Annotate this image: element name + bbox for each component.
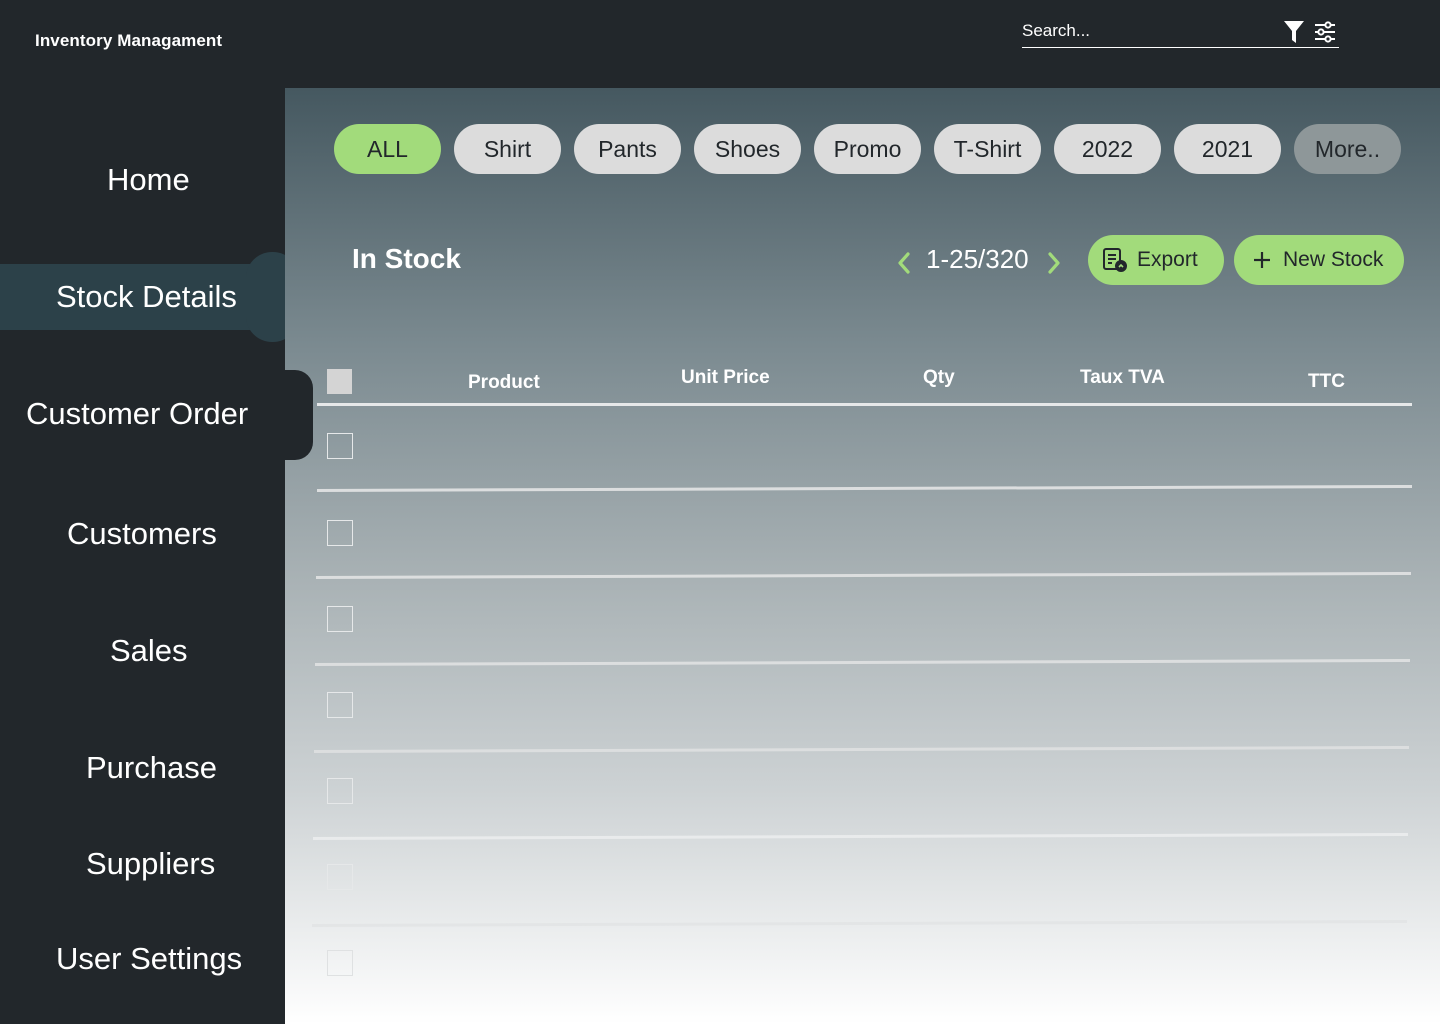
- filter-chip-more[interactable]: More..: [1294, 124, 1401, 174]
- filter-chip-tshirt[interactable]: T-Shirt: [934, 124, 1041, 174]
- export-label: Export: [1137, 248, 1198, 271]
- sidebar: Home Stock Details Customer Order Custom…: [0, 88, 299, 1024]
- row-checkbox[interactable]: [327, 778, 353, 804]
- filter-chip-shoes[interactable]: Shoes: [694, 124, 801, 174]
- sidebar-item-sales[interactable]: Sales: [110, 633, 188, 669]
- sidebar-item-home[interactable]: Home: [107, 162, 190, 198]
- column-header-ttc[interactable]: TTC: [1308, 371, 1345, 393]
- row-checkbox[interactable]: [327, 950, 353, 976]
- plus-icon: [1254, 252, 1270, 268]
- column-header-product[interactable]: Product: [468, 372, 540, 394]
- app-title: Inventory Managament: [35, 31, 223, 50]
- sidebar-item-suppliers[interactable]: Suppliers: [86, 846, 215, 882]
- sidebar-item-stock-details[interactable]: Stock Details: [56, 279, 237, 315]
- row-checkbox[interactable]: [327, 606, 353, 632]
- new-stock-button[interactable]: New Stock: [1234, 235, 1404, 285]
- row-divider: [311, 919, 1407, 927]
- filter-chip-2021[interactable]: 2021: [1174, 124, 1281, 174]
- main-content: ALL Shirt Pants Shoes Promo T-Shirt 2022…: [285, 88, 1440, 1024]
- row-checkbox[interactable]: [327, 864, 353, 890]
- row-checkbox[interactable]: [327, 692, 353, 718]
- pagination-range: 1-25/320: [926, 244, 1029, 274]
- filter-icon[interactable]: [1283, 20, 1305, 44]
- row-checkbox[interactable]: [327, 520, 353, 546]
- settings-sliders-icon[interactable]: [1313, 20, 1337, 44]
- filter-chip-shirt[interactable]: Shirt: [454, 124, 561, 174]
- table-header-divider: [317, 403, 1412, 406]
- row-divider: [312, 832, 1408, 840]
- export-button[interactable]: Export: [1088, 235, 1224, 285]
- sidebar-item-customer-order[interactable]: Customer Order: [26, 396, 248, 432]
- sidebar-item-user-settings[interactable]: User Settings: [56, 941, 242, 977]
- section-title: In Stock: [352, 243, 461, 274]
- select-all-checkbox[interactable]: [327, 369, 352, 394]
- filter-chip-promo[interactable]: Promo: [814, 124, 921, 174]
- row-divider: [313, 745, 1409, 753]
- new-stock-label: New Stock: [1283, 248, 1384, 271]
- filter-chip-2022[interactable]: 2022: [1054, 124, 1161, 174]
- column-header-taux-tva[interactable]: Taux TVA: [1080, 367, 1165, 389]
- row-checkbox[interactable]: [327, 433, 353, 459]
- filter-chip-pants[interactable]: Pants: [574, 124, 681, 174]
- column-header-qty[interactable]: Qty: [923, 367, 955, 389]
- export-document-icon: [1103, 248, 1127, 272]
- chevron-left-icon[interactable]: [896, 251, 912, 275]
- filter-chip-all[interactable]: ALL: [334, 124, 441, 174]
- row-divider: [314, 658, 1410, 666]
- row-divider: [316, 484, 1412, 492]
- search-input[interactable]: [1022, 18, 1277, 44]
- search-bar: [1022, 16, 1339, 48]
- chevron-right-icon[interactable]: [1046, 251, 1062, 275]
- sidebar-item-customers[interactable]: Customers: [67, 516, 217, 552]
- row-divider: [315, 571, 1411, 579]
- column-header-unit-price[interactable]: Unit Price: [681, 367, 770, 389]
- sidebar-tab-notch: [285, 370, 313, 460]
- sidebar-item-purchase[interactable]: Purchase: [86, 750, 217, 786]
- top-bar: Inventory Managament: [0, 0, 1440, 88]
